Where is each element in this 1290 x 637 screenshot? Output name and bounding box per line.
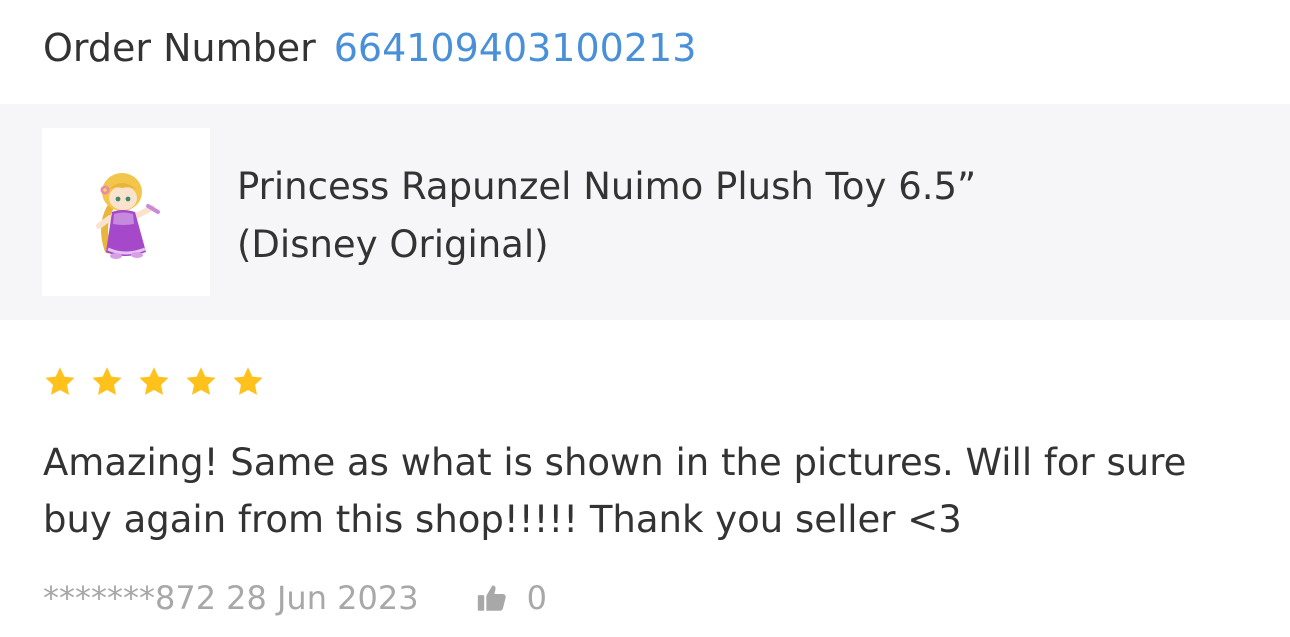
like-button[interactable]: 0 bbox=[475, 579, 547, 617]
like-count: 0 bbox=[526, 579, 547, 617]
product-title[interactable]: Princess Rapunzel Nuimo Plush Toy 6.5” (… bbox=[237, 158, 1137, 274]
order-number-link[interactable]: 664109403100213 bbox=[334, 26, 697, 70]
star-icon bbox=[233, 367, 263, 395]
star-icon bbox=[45, 367, 75, 395]
thumbs-up-icon bbox=[477, 585, 506, 611]
star-icon bbox=[92, 367, 122, 395]
rapunzel-plush-image bbox=[96, 173, 160, 259]
product-card[interactable]: Princess Rapunzel Nuimo Plush Toy 6.5” (… bbox=[0, 104, 1290, 320]
review-meta: *******872 28 Jun 2023 0 bbox=[43, 576, 547, 620]
order-number-label: Order Number bbox=[43, 26, 316, 70]
star-rating bbox=[42, 364, 266, 400]
review-text-line: Amazing! Same as what is shown in the pi… bbox=[43, 441, 1187, 484]
review-text-line: buy again from this shop!!!!! Thank you … bbox=[43, 498, 962, 541]
review-date: 28 Jun 2023 bbox=[226, 579, 419, 617]
star-icon bbox=[139, 367, 169, 395]
reviewer-name: *******872 bbox=[43, 579, 217, 617]
order-number-row: Order Number 664109403100213 bbox=[43, 20, 696, 76]
review-text: Amazing! Same as what is shown in the pi… bbox=[43, 434, 1253, 548]
product-title-line: (Disney Original) bbox=[237, 223, 549, 266]
product-title-line: Princess Rapunzel Nuimo Plush Toy 6.5” bbox=[237, 165, 977, 208]
star-icon bbox=[186, 367, 216, 395]
product-thumbnail[interactable] bbox=[42, 128, 210, 296]
